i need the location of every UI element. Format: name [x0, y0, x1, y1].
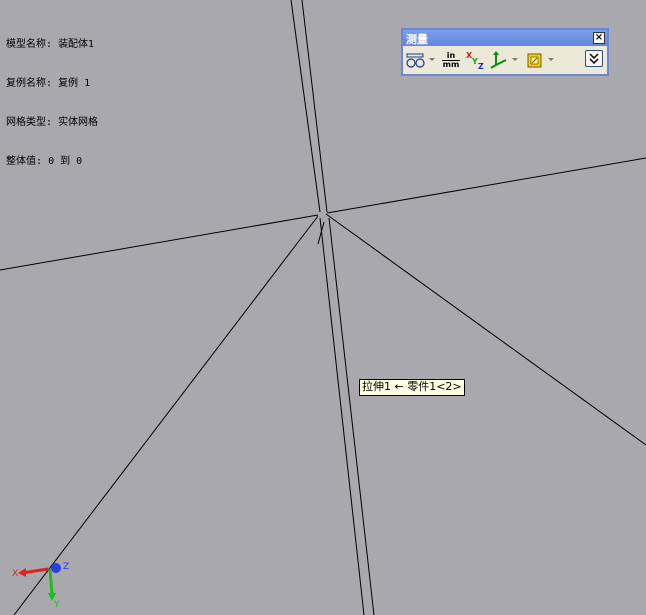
arc-measure-dropdown[interactable] [429, 58, 435, 61]
arc-circle-measure-icon [406, 53, 425, 68]
model-info-overlay: 模型名称: 装配体1 复例名称: 复例 1 网格类型: 实体网格 整体值: 0 … [6, 12, 98, 194]
graphics-viewport[interactable]: 模型名称: 装配体1 复例名称: 复例 1 网格类型: 实体网格 整体值: 0 … [0, 0, 646, 615]
measure-tools-row: in mm X Y Z [403, 47, 607, 74]
units-in-label: in [446, 51, 456, 60]
svg-text:Z: Z [478, 62, 484, 70]
measure-title: 测量 [406, 33, 428, 46]
reference-triad: X Y Z [12, 562, 69, 610]
info-row-model: 模型名称: 装配体1 [6, 39, 95, 50]
axis-dropdown[interactable] [512, 58, 518, 61]
info-row-value: 整体值: 0 到 0 [6, 156, 83, 167]
xyz-delta-icon: X Y Z [466, 51, 484, 71]
units-mm-label: mm [442, 60, 460, 69]
info-row-mesh: 网格类型: 实体网格 [6, 117, 99, 128]
close-button[interactable]: × [593, 32, 605, 44]
svg-text:Y: Y [471, 57, 478, 66]
create-sensor-icon [527, 53, 542, 68]
entity-tooltip: 拉伸1 ← 零件1<2> [359, 379, 465, 396]
point-to-point-axis-button[interactable] [489, 50, 509, 70]
triad-y-label: Y [53, 600, 60, 610]
measure-titlebar[interactable]: 测量 × [403, 30, 607, 46]
triad-z-label: Z [63, 562, 69, 572]
arc-circle-measure-button[interactable] [406, 50, 426, 70]
info-row-instance: 复例名称: 复例 1 [6, 78, 91, 89]
units-precision-button[interactable]: in mm [442, 52, 460, 72]
bar-edge-lower-left [319, 217, 365, 615]
z-axis-arrow [51, 563, 61, 573]
x-axis-arrow [18, 568, 26, 577]
edge-lower-right-diagonal [325, 213, 646, 446]
point-to-point-axis-icon [490, 51, 507, 69]
xyz-delta-button[interactable]: X Y Z [465, 50, 485, 71]
measure-toolbar[interactable]: 测量 × in mm X Y Z [401, 28, 609, 76]
triad-x-label: X [12, 569, 18, 579]
edge-right-horizontal [326, 157, 646, 214]
expand-icon [589, 53, 599, 65]
create-sensor-button[interactable] [525, 50, 545, 70]
bar-edge-lower-right [328, 217, 375, 615]
edge-left-horizontal [0, 214, 319, 271]
sensor-dropdown[interactable] [548, 58, 554, 61]
expand-button[interactable] [585, 50, 603, 67]
